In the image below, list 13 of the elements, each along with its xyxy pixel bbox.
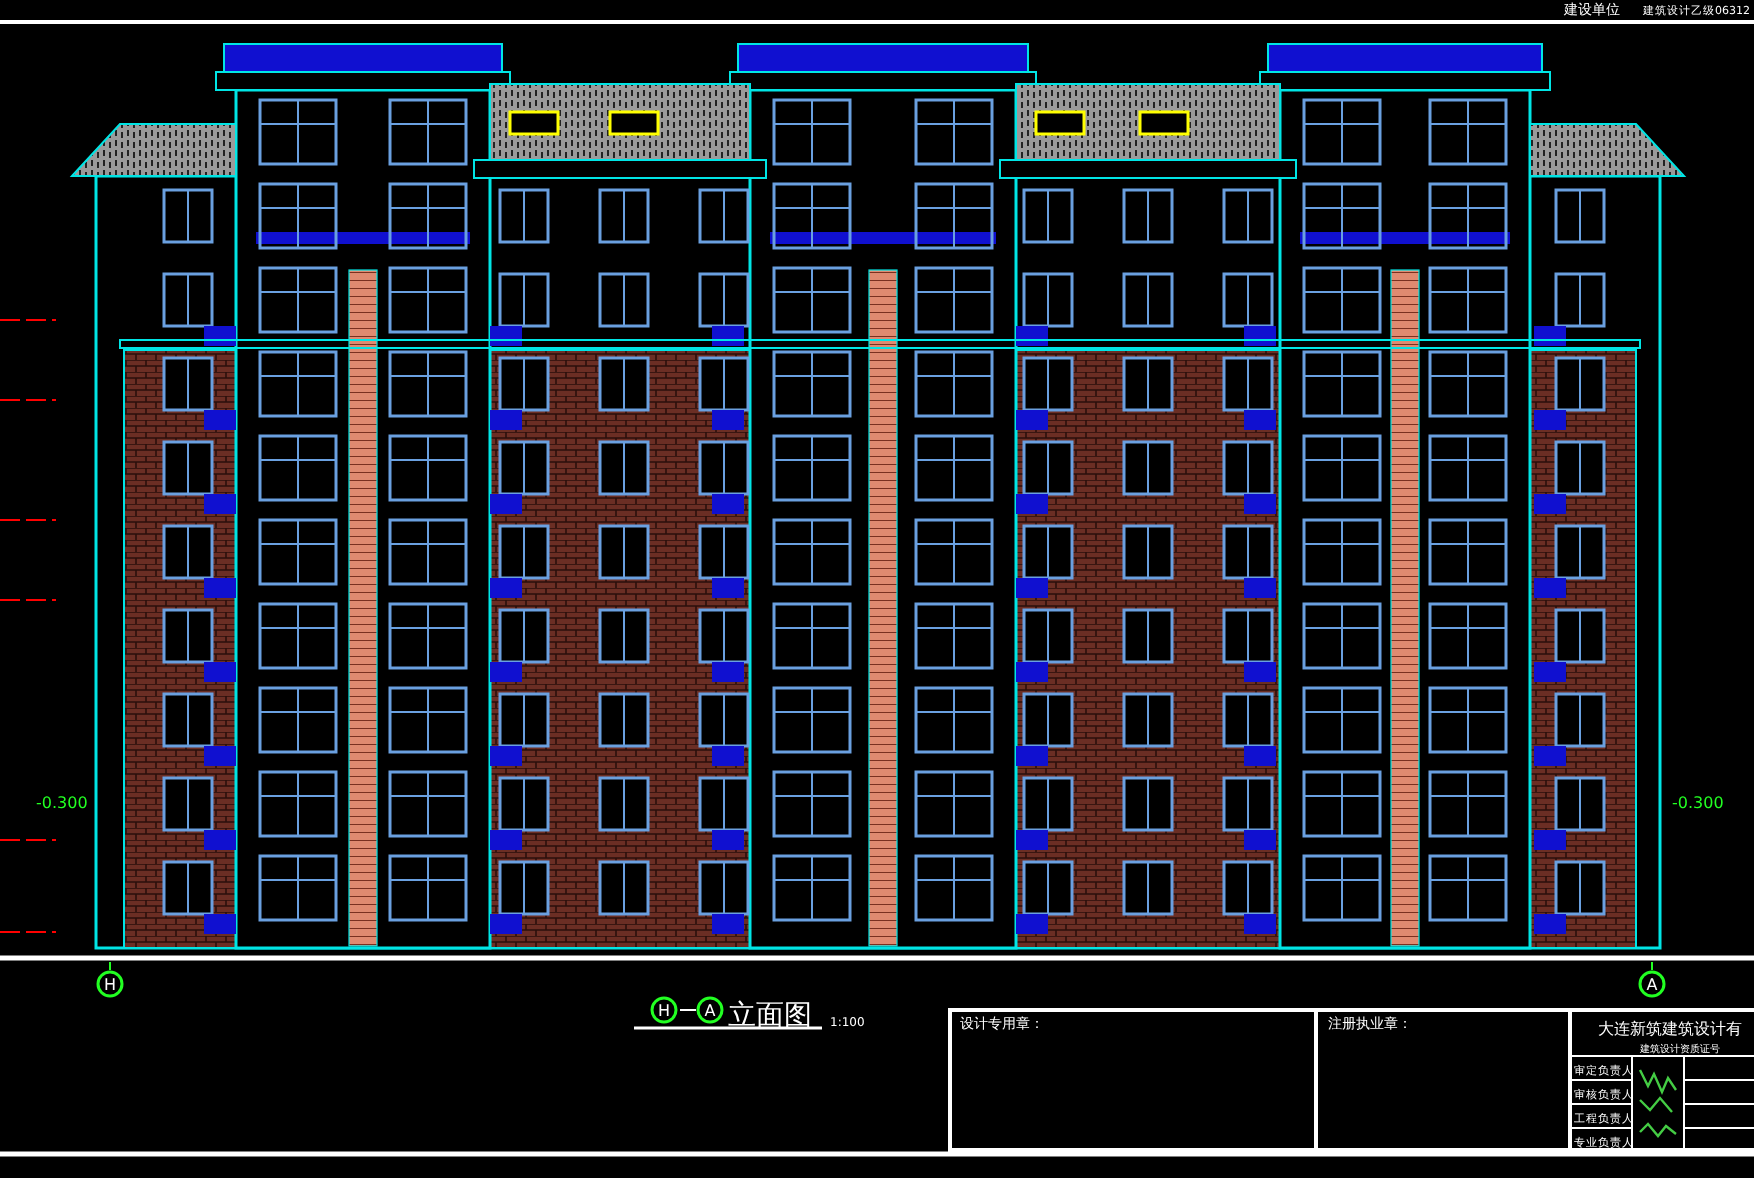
level-line — [0, 319, 57, 321]
company-name: 大连新筑建筑设计有 — [1598, 1020, 1742, 1038]
axis-bubble: H — [650, 996, 678, 1024]
axis-bubble: A — [696, 996, 724, 1024]
elevation-label: -0.300 — [1672, 794, 1724, 812]
level-line — [0, 839, 57, 841]
level-line — [0, 931, 57, 933]
level-line — [0, 599, 57, 601]
level-line — [0, 399, 57, 401]
signature-drawing — [1638, 1068, 1678, 1138]
drawing-title: 立面图 — [728, 1000, 812, 1032]
level-line — [0, 519, 57, 521]
elevation-label: -0.300 — [36, 794, 88, 812]
